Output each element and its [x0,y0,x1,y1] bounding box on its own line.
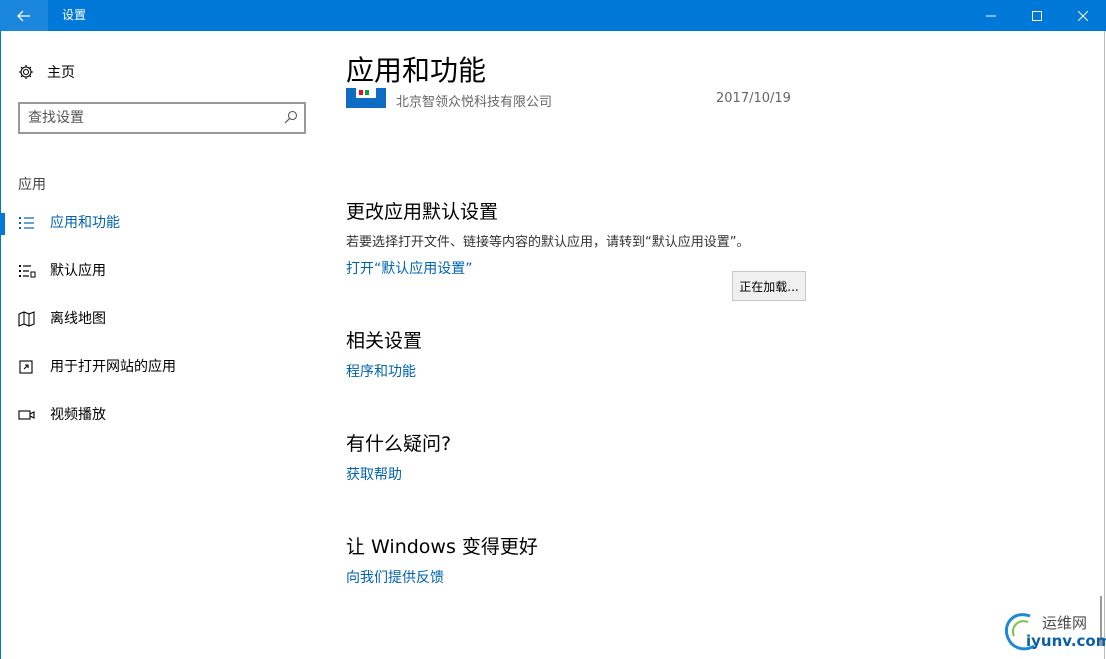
app-icon [346,88,386,108]
search-input[interactable] [28,108,278,128]
defaults-heading: 更改应用默认设置 [346,201,499,223]
watermark-text-en: iyunv.com [1026,632,1106,650]
watermark-text-cn: 运维网 [1042,614,1088,632]
sidebar-item-default-apps[interactable]: 默认应用 [0,253,320,289]
window-title: 设置 [62,8,87,22]
minimize-button[interactable] [968,0,1014,31]
app-list-item[interactable]: 北京智领众悦科技有限公司 2017/10/19 [346,88,806,108]
active-indicator [1,213,5,235]
watermark: 运维网 iyunv.com [1000,608,1106,654]
maximize-icon [1032,10,1042,21]
sidebar-item-video-playback[interactable]: 视频播放 [0,397,320,433]
sidebar-item-label: 默认应用 [50,263,106,279]
home-label: 主页 [47,65,75,81]
loading-button[interactable]: 正在加载... [732,271,806,301]
sidebar-item-label: 用于打开网站的应用 [50,359,176,375]
app-install-date: 2017/10/19 [716,91,791,106]
sidebar-item-label: 离线地图 [50,311,106,327]
page-title: 应用和功能 [346,54,487,87]
back-button[interactable] [0,0,48,31]
title-bar: 设置 [0,0,1106,31]
gear-icon [19,65,33,79]
questions-heading: 有什么疑问? [346,433,452,455]
search-icon[interactable] [284,110,298,124]
give-feedback-link[interactable]: 向我们提供反馈 [346,569,444,587]
default-apps-icon [19,265,36,278]
video-icon [18,410,35,420]
open-default-apps-link[interactable]: 打开“默认应用设置” [346,260,473,278]
defaults-description: 若要选择打开文件、链接等内容的默认应用，请转到“默认应用设置”。 [346,235,750,250]
open-website-icon [19,360,33,374]
get-help-link[interactable]: 获取帮助 [346,466,402,484]
list-icon [19,217,34,229]
arrow-left-icon [17,10,30,21]
minimize-icon [986,15,996,16]
sidebar-item-apps-for-websites[interactable]: 用于打开网站的应用 [0,349,320,385]
map-icon [18,311,35,327]
sidebar-home[interactable]: 主页 [18,62,75,82]
sidebar-item-offline-maps[interactable]: 离线地图 [0,301,320,337]
sidebar-item-label: 应用和功能 [50,215,120,231]
programs-features-link[interactable]: 程序和功能 [346,363,416,381]
close-button[interactable] [1060,0,1106,31]
window-border-right [1104,31,1105,659]
maximize-button[interactable] [1014,0,1060,31]
app-publisher: 北京智领众悦科技有限公司 [396,95,553,108]
related-settings-heading: 相关设置 [346,330,423,352]
sidebar-item-apps-features[interactable]: 应用和功能 [0,205,320,241]
sidebar-section-label: 应用 [18,177,46,193]
sidebar-item-label: 视频播放 [50,407,106,423]
improve-windows-heading: 让 Windows 变得更好 [346,536,538,558]
window-border-left [0,31,1,659]
search-box[interactable] [18,102,306,134]
close-icon [1078,10,1088,21]
